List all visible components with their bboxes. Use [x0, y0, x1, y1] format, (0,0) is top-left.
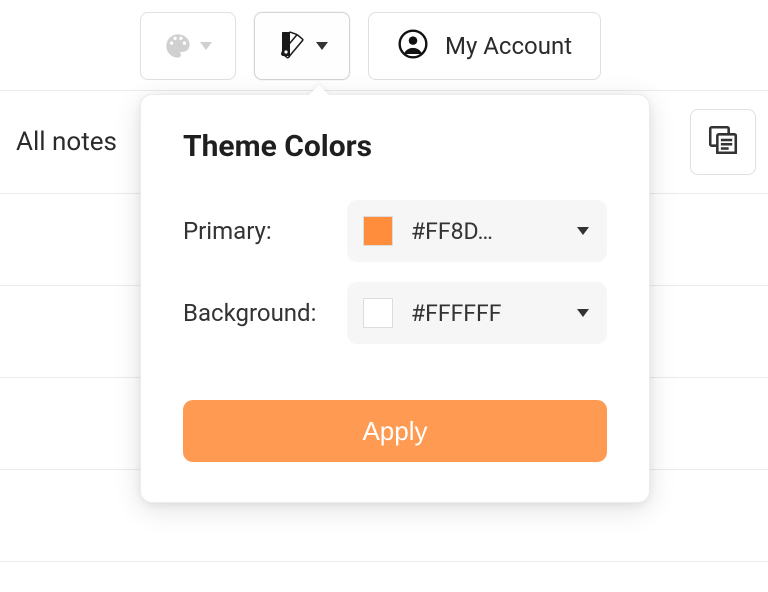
color-row-primary: Primary: #FF8D… [183, 200, 607, 262]
layout-icon [706, 123, 740, 161]
color-value: #FFFFFF [411, 300, 569, 327]
account-label: My Account [445, 32, 572, 60]
color-value: #FF8D… [411, 218, 569, 245]
account-button[interactable]: My Account [368, 12, 601, 80]
user-icon [397, 28, 429, 64]
theme-swatch-button[interactable] [254, 12, 350, 80]
swatch-fan-icon [276, 28, 308, 64]
layout-button[interactable] [690, 109, 756, 175]
chevron-down-icon [200, 42, 212, 50]
primary-color-select[interactable]: #FF8D… [347, 200, 607, 262]
color-row-background: Background: #FFFFFF [183, 282, 607, 344]
all-notes-label: All notes [12, 127, 117, 157]
chevron-down-icon [577, 309, 589, 317]
palette-button[interactable] [140, 12, 236, 80]
popover-title: Theme Colors [183, 129, 607, 164]
color-swatch [363, 216, 393, 246]
color-label: Primary: [183, 217, 272, 245]
chevron-down-icon [577, 227, 589, 235]
apply-button[interactable]: Apply [183, 400, 607, 462]
color-swatch [363, 298, 393, 328]
theme-colors-popover: Theme Colors Primary: #FF8D… Background:… [140, 94, 650, 503]
background-color-select[interactable]: #FFFFFF [347, 282, 607, 344]
top-toolbar: My Account [0, 0, 768, 90]
palette-icon [164, 32, 192, 60]
color-label: Background: [183, 299, 316, 327]
chevron-down-icon [316, 42, 328, 50]
